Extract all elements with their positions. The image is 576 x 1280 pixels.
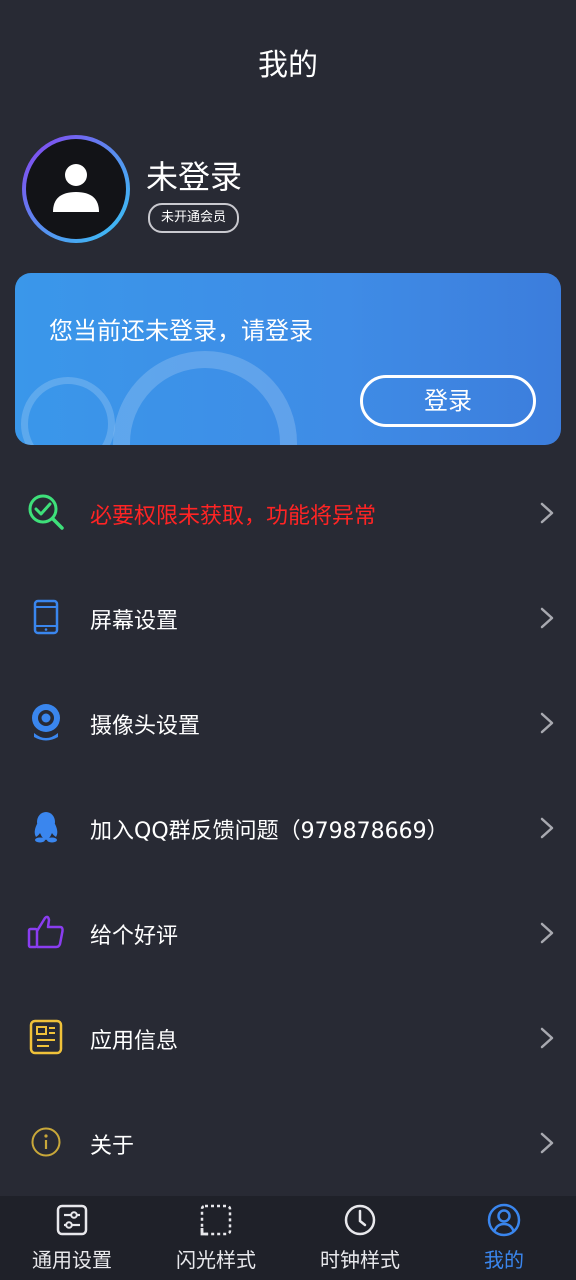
- menu-item-rate-app[interactable]: 给个好评: [0, 880, 576, 985]
- phone-screen-icon: [26, 597, 66, 637]
- page-title: 我的: [258, 48, 318, 83]
- menu-item-app-info[interactable]: 应用信息: [0, 985, 576, 1090]
- chevron-right-icon: [540, 1132, 554, 1154]
- chevron-right-icon: [540, 502, 554, 524]
- menu-item-label: 必要权限未获取，功能将异常: [90, 504, 377, 529]
- tab-label: 闪光样式: [176, 1248, 256, 1272]
- camera-icon: [26, 702, 66, 742]
- menu-item-permissions[interactable]: 必要权限未获取，功能将异常: [0, 460, 576, 565]
- menu-item-join-qq-group[interactable]: 加入QQ群反馈问题（979878669）: [0, 775, 576, 880]
- user-silhouette-icon: [53, 164, 99, 212]
- tab-label: 我的: [484, 1248, 524, 1272]
- avatar[interactable]: [22, 135, 130, 243]
- menu-item-camera-settings[interactable]: 摄像头设置: [0, 670, 576, 775]
- bottom-tab-bar: 通用设置 闪光样式 时钟样式 我的: [0, 1196, 576, 1280]
- clock-icon: [344, 1204, 376, 1236]
- info-icon: [26, 1122, 66, 1162]
- menu-item-label: 关于: [90, 1134, 135, 1159]
- menu-item-label: 屏幕设置: [90, 609, 179, 634]
- decorative-ring-large: [113, 351, 297, 445]
- login-prompt-text: 您当前还未登录，请登录: [49, 317, 313, 345]
- chevron-right-icon: [540, 922, 554, 944]
- username[interactable]: 未登录: [146, 152, 242, 198]
- tab-label: 时钟样式: [320, 1248, 400, 1272]
- menu-item-label: 加入QQ群反馈问题（979878669）: [90, 819, 449, 844]
- sliders-icon: [56, 1204, 88, 1236]
- tab-label: 通用设置: [32, 1248, 112, 1272]
- menu-item-label: 给个好评: [90, 924, 179, 949]
- menu-item-about[interactable]: 关于: [0, 1090, 576, 1195]
- login-card: 您当前还未登录，请登录 登录: [15, 273, 561, 445]
- user-circle-icon: [487, 1203, 521, 1237]
- qq-penguin-icon: [26, 807, 66, 847]
- chevron-right-icon: [540, 817, 554, 839]
- tab-flash-style[interactable]: 闪光样式: [144, 1196, 288, 1280]
- flash-frame-icon: [200, 1204, 232, 1236]
- decorative-ring-small: [21, 377, 115, 445]
- settings-menu: 必要权限未获取，功能将异常 屏幕设置 摄像头设置 加入QQ群反馈问题（97987…: [0, 460, 576, 1195]
- chevron-right-icon: [540, 607, 554, 629]
- permission-check-icon: [26, 492, 66, 532]
- menu-item-screen-settings[interactable]: 屏幕设置: [0, 565, 576, 670]
- login-button[interactable]: 登录: [360, 375, 536, 427]
- chevron-right-icon: [540, 712, 554, 734]
- tab-clock-style[interactable]: 时钟样式: [288, 1196, 432, 1280]
- app-info-icon: [26, 1017, 66, 1057]
- vip-status-badge: 未开通会员: [148, 203, 240, 233]
- chevron-right-icon: [540, 1027, 554, 1049]
- menu-item-label: 应用信息: [90, 1029, 179, 1054]
- thumbs-up-icon: [26, 912, 66, 952]
- tab-general-settings[interactable]: 通用设置: [0, 1196, 144, 1280]
- menu-item-label: 摄像头设置: [90, 714, 201, 739]
- tab-mine[interactable]: 我的: [432, 1196, 576, 1280]
